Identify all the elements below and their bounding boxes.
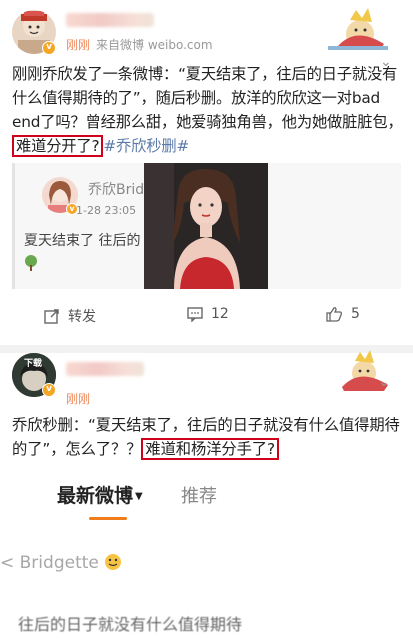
thumbs-up-icon — [326, 307, 342, 322]
quoted-text: 夏天结束了 往后的 — [24, 233, 141, 249]
highlighted-question: 难道和杨洋分手了? — [141, 438, 280, 460]
post-meta: 刚刚 来自微博 weibo.com — [66, 36, 213, 53]
topic-link[interactable]: #乔欣秒删# — [103, 137, 189, 155]
username[interactable] — [66, 13, 154, 27]
avatar-caption: 下载 — [24, 359, 43, 369]
repost-icon — [44, 309, 59, 324]
little-prince-decoration — [328, 8, 388, 50]
emoji-face-icon — [105, 554, 122, 570]
post-text: 乔欣秒删：“夏天结束了，往后的日子就没有什么值得期待的了”，怎么了？？ 难道和杨洋… — [12, 413, 404, 461]
more-options-icon[interactable]: ⌄ — [378, 374, 391, 390]
faded-username-text: < Bridgette — [0, 553, 99, 573]
quoted-photo[interactable] — [144, 163, 268, 289]
faded-post-text: 往后的日子就没有什么值得期待 — [18, 615, 243, 634]
tab-latest-label: 最新微博 — [57, 485, 134, 507]
faded-username: < Bridgette — [0, 553, 122, 573]
quoted-time: 1-28 23:05 — [76, 204, 137, 217]
like-button[interactable]: 5 — [326, 306, 360, 322]
like-count: 5 — [351, 306, 360, 322]
tree-emoji-icon — [24, 255, 38, 275]
highlighted-question: 难道分开了? — [12, 135, 104, 157]
repost-button[interactable]: 转发 — [44, 306, 96, 326]
post-actions: 转发 12 5 — [0, 306, 413, 332]
weibo-post-1: v 刚刚 来自微博 weibo.com ⌄ 刚刚乔欣发了一条微博：“夏天结束了，往… — [0, 0, 413, 345]
post-text: 刚刚乔欣发了一条微博：“夏天结束了，往后的日子就没有什么值得期待的了”，随后秒删… — [12, 62, 404, 158]
username[interactable] — [66, 362, 144, 376]
post-body: 刚刚乔欣发了一条微博：“夏天结束了，往后的日子就没有什么值得期待的了”，随后秒删… — [12, 65, 403, 131]
quote-divider — [12, 163, 15, 289]
comment-count: 12 — [211, 306, 229, 322]
profile-tab-bar: 最新微博 ▼ 推荐 — [0, 471, 413, 541]
weibo-post-2: 下载 v 刚刚 ⌄ 乔欣秒删：“夏天结束了，往后的日子就没有什么值得期待的了”，… — [0, 350, 413, 641]
tab-recommend[interactable]: 推荐 — [181, 482, 217, 508]
post-source: 来自微博 weibo.com — [96, 38, 213, 52]
repost-label: 转发 — [68, 309, 96, 325]
verified-badge-icon: v — [42, 41, 56, 55]
verified-badge-icon: v — [42, 383, 56, 397]
comment-icon — [187, 307, 203, 322]
tab-latest-weibo[interactable]: 最新微博 ▼ — [57, 481, 143, 508]
caret-down-icon: ▼ — [135, 491, 143, 502]
comment-button[interactable]: 12 — [187, 306, 229, 322]
post-meta: 刚刚 — [66, 390, 96, 407]
post-time: 刚刚 — [66, 392, 91, 406]
active-tab-indicator — [89, 517, 127, 520]
post-time: 刚刚 — [66, 38, 91, 52]
